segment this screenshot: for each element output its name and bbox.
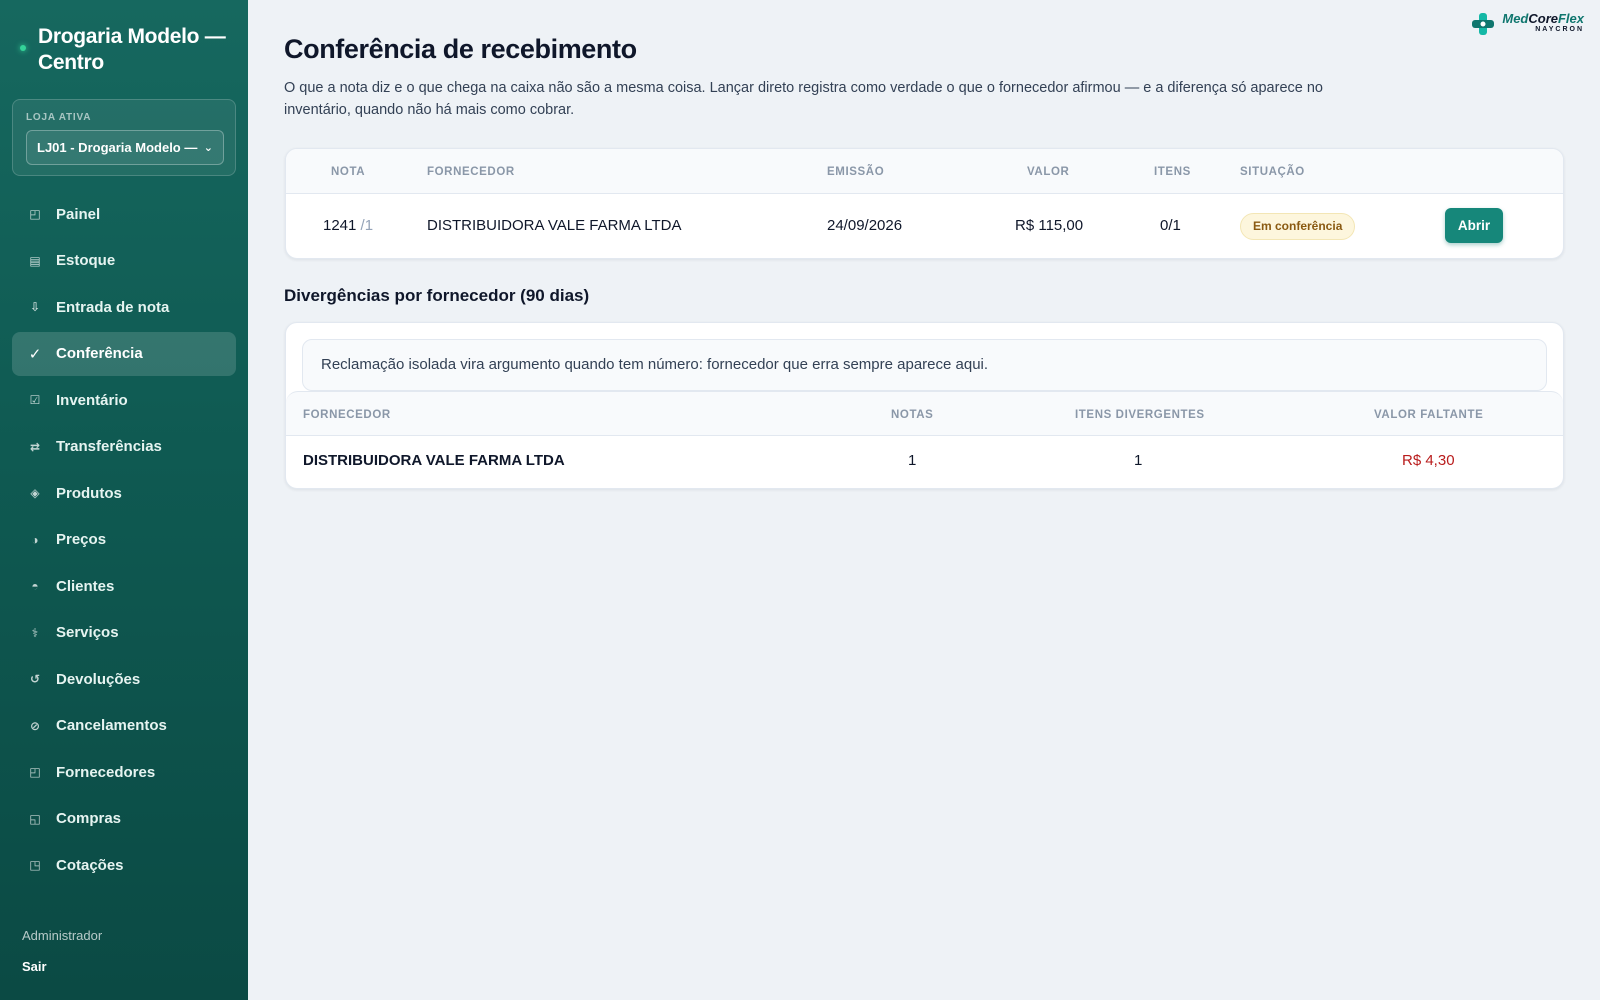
col-div-fornecedor: FORNECEDOR: [303, 409, 391, 421]
notes-table-header: NOTA FORNECEDOR EMISSÃO VALOR ITENS SITU…: [286, 149, 1563, 194]
half-circle-icon: ◑: [31, 532, 39, 547]
sidebar-item-label: Transferências: [56, 438, 162, 455]
store-select-value: LJ01 - Drogaria Modelo —: [37, 140, 198, 155]
sidebar-item-inventario[interactable]: ☑ Inventário: [12, 378, 236, 422]
store-selector-box: LOJA ATIVA LJ01 - Drogaria Modelo — ⌄: [12, 99, 236, 176]
brand: Drogaria Modelo — Centro: [0, 0, 248, 76]
sidebar-item-clientes[interactable]: ◓ Clientes: [12, 564, 236, 608]
note-value: R$ 115,00: [1015, 217, 1084, 234]
page-title: Conferência de recebimento: [284, 34, 637, 64]
sidebar-item-fornecedores[interactable]: ◰ Fornecedores: [12, 750, 236, 794]
sidebar-item-cancelamentos[interactable]: ⊘ Cancelamentos: [12, 704, 236, 748]
sidebar-item-produtos[interactable]: ◈ Produtos: [12, 471, 236, 515]
sidebar-item-devolucoes[interactable]: ↺ Devoluções: [12, 657, 236, 701]
user-role: Administrador: [22, 928, 103, 943]
table-row[interactable]: 1241 /1 DISTRIBUIDORA VALE FARMA LTDA 24…: [286, 194, 1563, 258]
sidebar-item-label: Entrada de nota: [56, 298, 170, 316]
divergences-title: Divergências por fornecedor (90 dias): [284, 286, 590, 305]
div-missing-value: R$ 4,30: [1402, 452, 1455, 469]
sidebar-nav: ◰ Painel ▤ Estoque ⇩ Entrada de nota ✓ Conferên…: [12, 192, 236, 890]
sidebar-item-label: Cancelamentos: [56, 717, 167, 734]
sidebar-item-servicos[interactable]: ⚕ Serviços: [12, 611, 236, 655]
note-series: /1: [360, 217, 374, 234]
div-supplier: DISTRIBUIDORA VALE FARMA LTDA: [303, 452, 565, 469]
logout-link[interactable]: Sair: [22, 959, 47, 974]
purchase-icon: ◱: [29, 811, 41, 826]
sidebar-item-label: Serviços: [56, 624, 119, 641]
note-supplier: DISTRIBUIDORA VALE FARMA LTDA: [427, 217, 682, 234]
client-icon: ◓: [31, 579, 39, 593]
sidebar-item-label: Conferência: [56, 345, 143, 362]
sidebar-item-label: Clientes: [56, 577, 115, 595]
sidebar-item-conferencia[interactable]: ✓ Conferência: [12, 331, 236, 376]
sidebar-item-estoque[interactable]: ▤ Estoque: [12, 239, 236, 283]
div-notes-count: 1: [908, 452, 917, 469]
sidebar-item-label: Fornecedores: [56, 763, 156, 781]
service-icon: ⚕: [31, 625, 39, 640]
col-fornecedor: FORNECEDOR: [427, 166, 515, 178]
sidebar-item-transferencias[interactable]: ⇄ Transferências: [12, 425, 236, 469]
sidebar-item-label: Painel: [56, 205, 101, 223]
open-button[interactable]: Abrir: [1445, 208, 1503, 243]
checkbox-icon: ☑: [29, 393, 41, 407]
divergences-card: Reclamação isolada vira argumento quando…: [285, 322, 1564, 489]
stock-icon: ▤: [29, 253, 41, 268]
note-items: 0/1: [1160, 217, 1181, 234]
col-valor: VALOR: [1027, 166, 1070, 178]
col-situacao: SITUAÇÃO: [1240, 166, 1305, 178]
sidebar-item-label: Compras: [56, 810, 122, 827]
brand-name: Drogaria Modelo — Centro: [38, 25, 226, 74]
sidebar-item-label: Preços: [56, 531, 107, 548]
return-icon: ↺: [29, 672, 41, 686]
note-number: 1241 /1: [323, 217, 374, 234]
chevron-down-icon: ⌄: [203, 142, 213, 154]
store-label: LOJA ATIVA: [26, 112, 92, 123]
logo-wordmark: MedCoreFlex: [1502, 11, 1584, 26]
sidebar-item-precos[interactable]: ◑ Preços: [12, 518, 236, 562]
supplier-icon: ◰: [29, 765, 41, 779]
status-dot-icon: [20, 45, 26, 51]
quote-icon: ◳: [29, 858, 41, 872]
table-row: DISTRIBUIDORA VALE FARMA LTDA 1 1 R$ 4,3…: [286, 436, 1563, 488]
sidebar-item-painel[interactable]: ◰ Painel: [12, 192, 236, 236]
sidebar-item-label: Cotações: [56, 856, 124, 874]
sidebar-item-label: Inventário: [56, 391, 128, 409]
panel-icon: ◰: [29, 207, 41, 221]
cancel-icon: ⊘: [29, 718, 41, 733]
store-select[interactable]: LJ01 - Drogaria Modelo — ⌄: [26, 130, 224, 165]
page-intro: O que a nota diz e o que chega na caixa …: [284, 80, 1323, 118]
divergences-callout: Reclamação isolada vira argumento quando…: [302, 339, 1547, 391]
arrow-down-icon: ⇩: [29, 300, 41, 314]
status-badge: Em conferência: [1240, 213, 1356, 240]
note-issue-date: 24/09/2026: [827, 217, 903, 234]
col-nota: NOTA: [331, 166, 366, 178]
logo-cross-icon: [1472, 13, 1495, 35]
col-div-itens: ITENS DIVERGENTES: [1075, 409, 1205, 421]
check-icon: ✓: [28, 345, 42, 363]
sidebar-item-label: Produtos: [56, 484, 122, 502]
transfer-icon: ⇄: [29, 439, 41, 454]
sidebar-item-compras[interactable]: ◱ Compras: [12, 797, 236, 841]
medcoreflex-logo: MedCoreFlex NAYCRON: [1471, 12, 1584, 36]
sidebar: Drogaria Modelo — Centro LOJA ATIVA LJ01…: [0, 0, 248, 1000]
sidebar-item-label: Devoluções: [56, 670, 141, 688]
diamond-icon: ◈: [30, 486, 40, 500]
col-itens: ITENS: [1154, 166, 1191, 178]
sidebar-item-entrada-de-nota[interactable]: ⇩ Entrada de nota: [12, 285, 236, 329]
notes-table: NOTA FORNECEDOR EMISSÃO VALOR ITENS SITU…: [285, 148, 1564, 259]
divergences-table-header: FORNECEDOR NOTAS ITENS DIVERGENTES VALOR…: [286, 391, 1563, 436]
col-emissao: EMISSÃO: [827, 166, 885, 178]
sidebar-item-cotacoes[interactable]: ◳ Cotações: [12, 843, 236, 887]
col-div-notas: NOTAS: [891, 409, 934, 421]
col-div-valor: VALOR FALTANTE: [1374, 409, 1484, 421]
div-items-count: 1: [1134, 452, 1143, 469]
sidebar-item-label: Estoque: [56, 252, 116, 269]
